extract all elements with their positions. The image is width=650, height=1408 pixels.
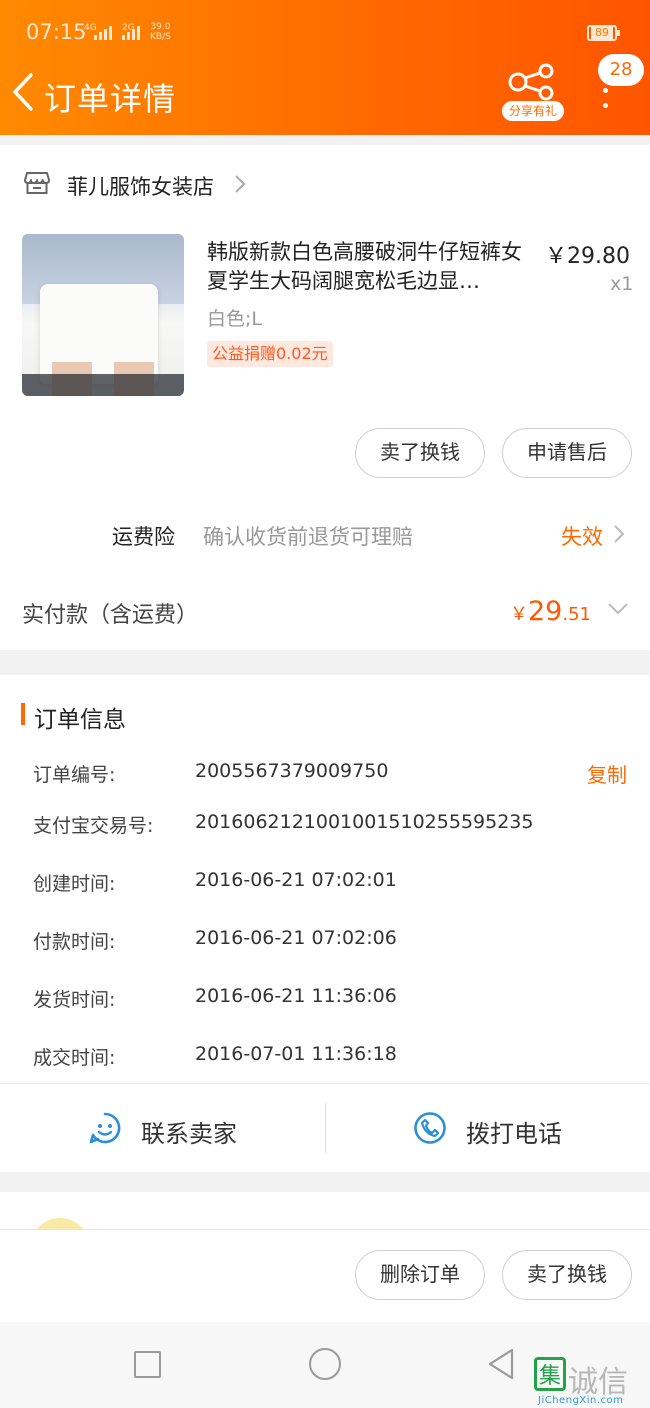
call-phone-button[interactable]: 拨打电话 [466, 1114, 562, 1149]
shipped-time-value: 2016-06-21 11:36:06 [195, 985, 397, 1007]
delete-order-button[interactable]: 删除订单 [355, 1250, 485, 1300]
network-speed-value: 39.0 [150, 22, 171, 32]
chevron-right-icon[interactable] [233, 173, 247, 195]
signal-icon-2 [122, 24, 140, 40]
created-time-value: 2016-06-21 07:02:01 [195, 869, 397, 891]
paid-amount-label: 实付款（含运费） [22, 603, 199, 628]
product-quantity: x1 [610, 273, 634, 295]
paid-amount-int: 29 [528, 596, 563, 627]
message-count-badge[interactable]: 28 [598, 54, 644, 86]
status-time: 07:15 [26, 20, 87, 44]
product-title[interactable]: 韩版新款白色高腰破洞牛仔短裤女夏学生大码阔腿宽松毛边显… [207, 238, 527, 296]
order-info-title: 订单信息 [34, 707, 126, 733]
created-time-label: 创建时间: [33, 873, 116, 895]
store-icon [24, 172, 50, 194]
paid-time-value: 2016-06-21 07:02:06 [195, 927, 397, 949]
charity-donation-badge: 公益捐赠0.02元 [207, 341, 333, 367]
recommend-card-top [0, 1192, 650, 1229]
copy-order-number-button[interactable]: 复制 [587, 759, 627, 788]
page-title: 订单详情 [44, 80, 177, 118]
product-image[interactable] [22, 234, 184, 396]
section-accent-bar [21, 703, 25, 725]
chevron-right-icon[interactable] [612, 522, 626, 546]
battery-level: 89 [591, 27, 613, 39]
apply-after-sale-button[interactable]: 申请售后 [502, 428, 632, 478]
share-reward-label[interactable]: 分享有礼 [502, 101, 564, 121]
order-product-card [0, 145, 650, 650]
alipay-trade-no-label: 支付宝交易号: [33, 815, 154, 837]
more-menu-icon[interactable] [600, 88, 610, 110]
signal-icon [94, 24, 112, 40]
nav-back-icon[interactable] [486, 1347, 516, 1381]
status-bar: 07:15 4G 2G 39.0 KB/S 89 [0, 0, 650, 64]
chat-smile-icon[interactable] [88, 1111, 122, 1145]
watermark-mark: 集 [539, 1364, 562, 1389]
network-speed-unit: KB/S [150, 32, 171, 42]
completed-time-label: 成交时间: [33, 1047, 116, 1069]
shipping-insurance-label: 运费险 [112, 525, 175, 549]
chevron-down-icon[interactable] [606, 601, 630, 617]
shipping-insurance-status[interactable]: 失效 [561, 521, 603, 551]
recent-apps-icon[interactable] [134, 1351, 161, 1378]
app-header: 07:15 4G 2G 39.0 KB/S 89 订单详情 分享有礼 28 [0, 0, 650, 135]
battery-icon: 89 [587, 25, 620, 41]
watermark-logo: 集 [534, 1357, 566, 1391]
completed-time-value: 2016-07-01 11:36:18 [195, 1043, 397, 1065]
alipay-trade-no-value: 2016062121001001510255595235 [195, 811, 534, 833]
back-arrow-icon[interactable] [10, 72, 36, 112]
sell-for-cash-button-bottom[interactable]: 卖了换钱 [502, 1250, 632, 1300]
watermark-url: JiChengXin.com [538, 1395, 624, 1406]
product-sku: 白色;L [207, 308, 262, 330]
paid-amount-dec: .51 [562, 604, 591, 625]
contact-seller-button[interactable]: 联系卖家 [141, 1114, 237, 1149]
phone-icon[interactable] [413, 1111, 447, 1145]
paid-amount: ￥29.51 [510, 596, 591, 627]
order-number-value: 2005567379009750 [195, 760, 389, 782]
shipped-time-label: 发货时间: [33, 989, 116, 1011]
network-speed: 39.0 KB/S [150, 22, 171, 42]
shipping-insurance-desc: 确认收货前退货可理赔 [203, 525, 413, 549]
store-name[interactable]: 菲儿服饰女装店 [67, 171, 214, 201]
sell-for-cash-button[interactable]: 卖了换钱 [355, 428, 485, 478]
paid-time-label: 付款时间: [33, 931, 116, 953]
order-number-label: 订单编号: [33, 764, 116, 786]
home-icon[interactable] [309, 1348, 341, 1380]
contact-divider [325, 1103, 326, 1153]
paid-currency: ￥ [510, 604, 528, 625]
product-price: ￥29.80 [545, 244, 630, 269]
